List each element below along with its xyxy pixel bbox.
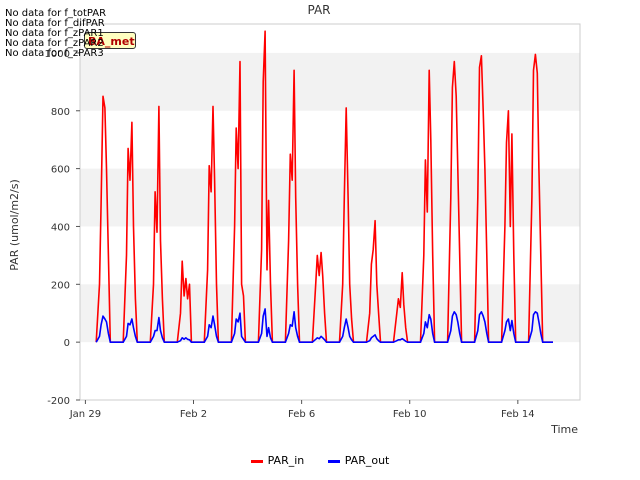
grid-band (80, 52, 580, 111)
nodata-line: No data for f_zPAR3 (5, 48, 104, 59)
par-chart: -20002004006008001000 Jan 29 Feb 2 Feb 6 Fe… (8, 3, 581, 436)
chart-legend: PAR_in PAR_out (0, 454, 640, 467)
y-axis-label: PAR (umol/m2/s) (8, 179, 21, 271)
x-tick-label: Feb 14 (501, 409, 535, 420)
y-tick-label: -200 (47, 396, 70, 407)
x-tick-label: Jan 29 (69, 409, 101, 420)
x-tick-label: Feb 2 (180, 409, 207, 420)
x-axis-ticks: Jan 29 Feb 2 Feb 6 Feb 10 Feb 14 (69, 400, 535, 420)
y-axis-ticks: -20002004006008001000 (45, 49, 80, 407)
x-tick-label: Feb 6 (288, 409, 315, 420)
y-tick-label: 200 (51, 280, 70, 291)
x-tick-label: Feb 10 (393, 409, 427, 420)
legend-item-par-in: PAR_in (250, 454, 305, 467)
y-tick-label: 0 (64, 338, 70, 349)
y-tick-label: 400 (51, 222, 70, 233)
legend-item-par-out: PAR_out (327, 454, 390, 467)
x-axis-label: Time (550, 423, 578, 436)
y-tick-label: 800 (51, 107, 70, 118)
legend-swatch (327, 459, 340, 463)
legend-label: PAR_out (344, 454, 390, 467)
chart-title: PAR (307, 3, 330, 17)
legend-label: PAR_in (267, 454, 305, 467)
y-tick-label: 600 (51, 165, 70, 176)
legend-swatch (250, 459, 263, 463)
